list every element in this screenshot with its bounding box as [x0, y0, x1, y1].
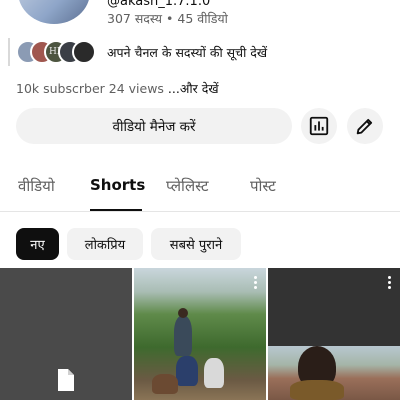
thumbnail-figure — [290, 380, 344, 400]
thumbnail-figure — [174, 316, 192, 356]
channel-header: @akash_1.7.1.0 307 सदस्य • 45 वीडियो — [0, 0, 400, 32]
description-text: 10k subscrber 24 views — [16, 81, 168, 96]
short-thumbnail[interactable] — [268, 268, 400, 400]
video-count: 45 वीडियो — [177, 11, 228, 26]
stats-separator: • — [166, 11, 174, 26]
chip-oldest[interactable]: सबसे पुराने — [151, 228, 241, 260]
channel-avatar[interactable] — [18, 0, 90, 24]
thumbnail-figure — [178, 308, 188, 318]
section-divider — [8, 38, 10, 66]
subscriber-count: 307 सदस्य — [107, 11, 163, 26]
chip-newest[interactable]: नए — [16, 228, 59, 260]
thumbnail-figure — [152, 374, 178, 394]
shorts-grid — [0, 268, 400, 400]
tab-playlists[interactable]: प्लेलिस्ट — [166, 176, 209, 196]
more-options-icon[interactable] — [254, 276, 258, 290]
thumbnail-figure — [176, 356, 198, 386]
member-avatar — [72, 40, 96, 64]
tab-shorts[interactable]: Shorts — [90, 176, 145, 194]
chip-popular[interactable]: लोकप्रिय — [67, 228, 143, 260]
analytics-icon — [309, 116, 329, 136]
more-link[interactable]: ...और देखें — [168, 81, 219, 96]
tab-posts[interactable]: पोस्ट — [250, 176, 276, 196]
edit-channel-button[interactable] — [347, 108, 383, 144]
thumbnail-figure — [204, 358, 224, 388]
channel-stats: 307 सदस्य • 45 वीडियो — [107, 10, 228, 27]
channel-description[interactable]: 10k subscrber 24 views ...और देखें — [16, 80, 219, 97]
tab-videos[interactable]: वीडियो — [18, 176, 55, 196]
analytics-button[interactable] — [301, 108, 337, 144]
short-thumbnail[interactable] — [0, 268, 132, 400]
short-thumbnail[interactable] — [134, 268, 266, 400]
draft-document-icon — [58, 369, 74, 391]
manage-videos-button[interactable]: वीडियो मैनेज करें — [16, 108, 292, 144]
channel-handle: @akash_1.7.1.0 — [107, 0, 211, 9]
more-options-icon[interactable] — [388, 276, 392, 290]
members-list-link[interactable]: अपने चैनल के सदस्यों की सूची देखें — [107, 44, 267, 61]
pencil-icon — [356, 118, 373, 135]
channel-tabs: वीडियो Shorts प्लेलिस्ट पोस्ट — [0, 170, 400, 212]
active-tab-indicator — [90, 209, 142, 211]
